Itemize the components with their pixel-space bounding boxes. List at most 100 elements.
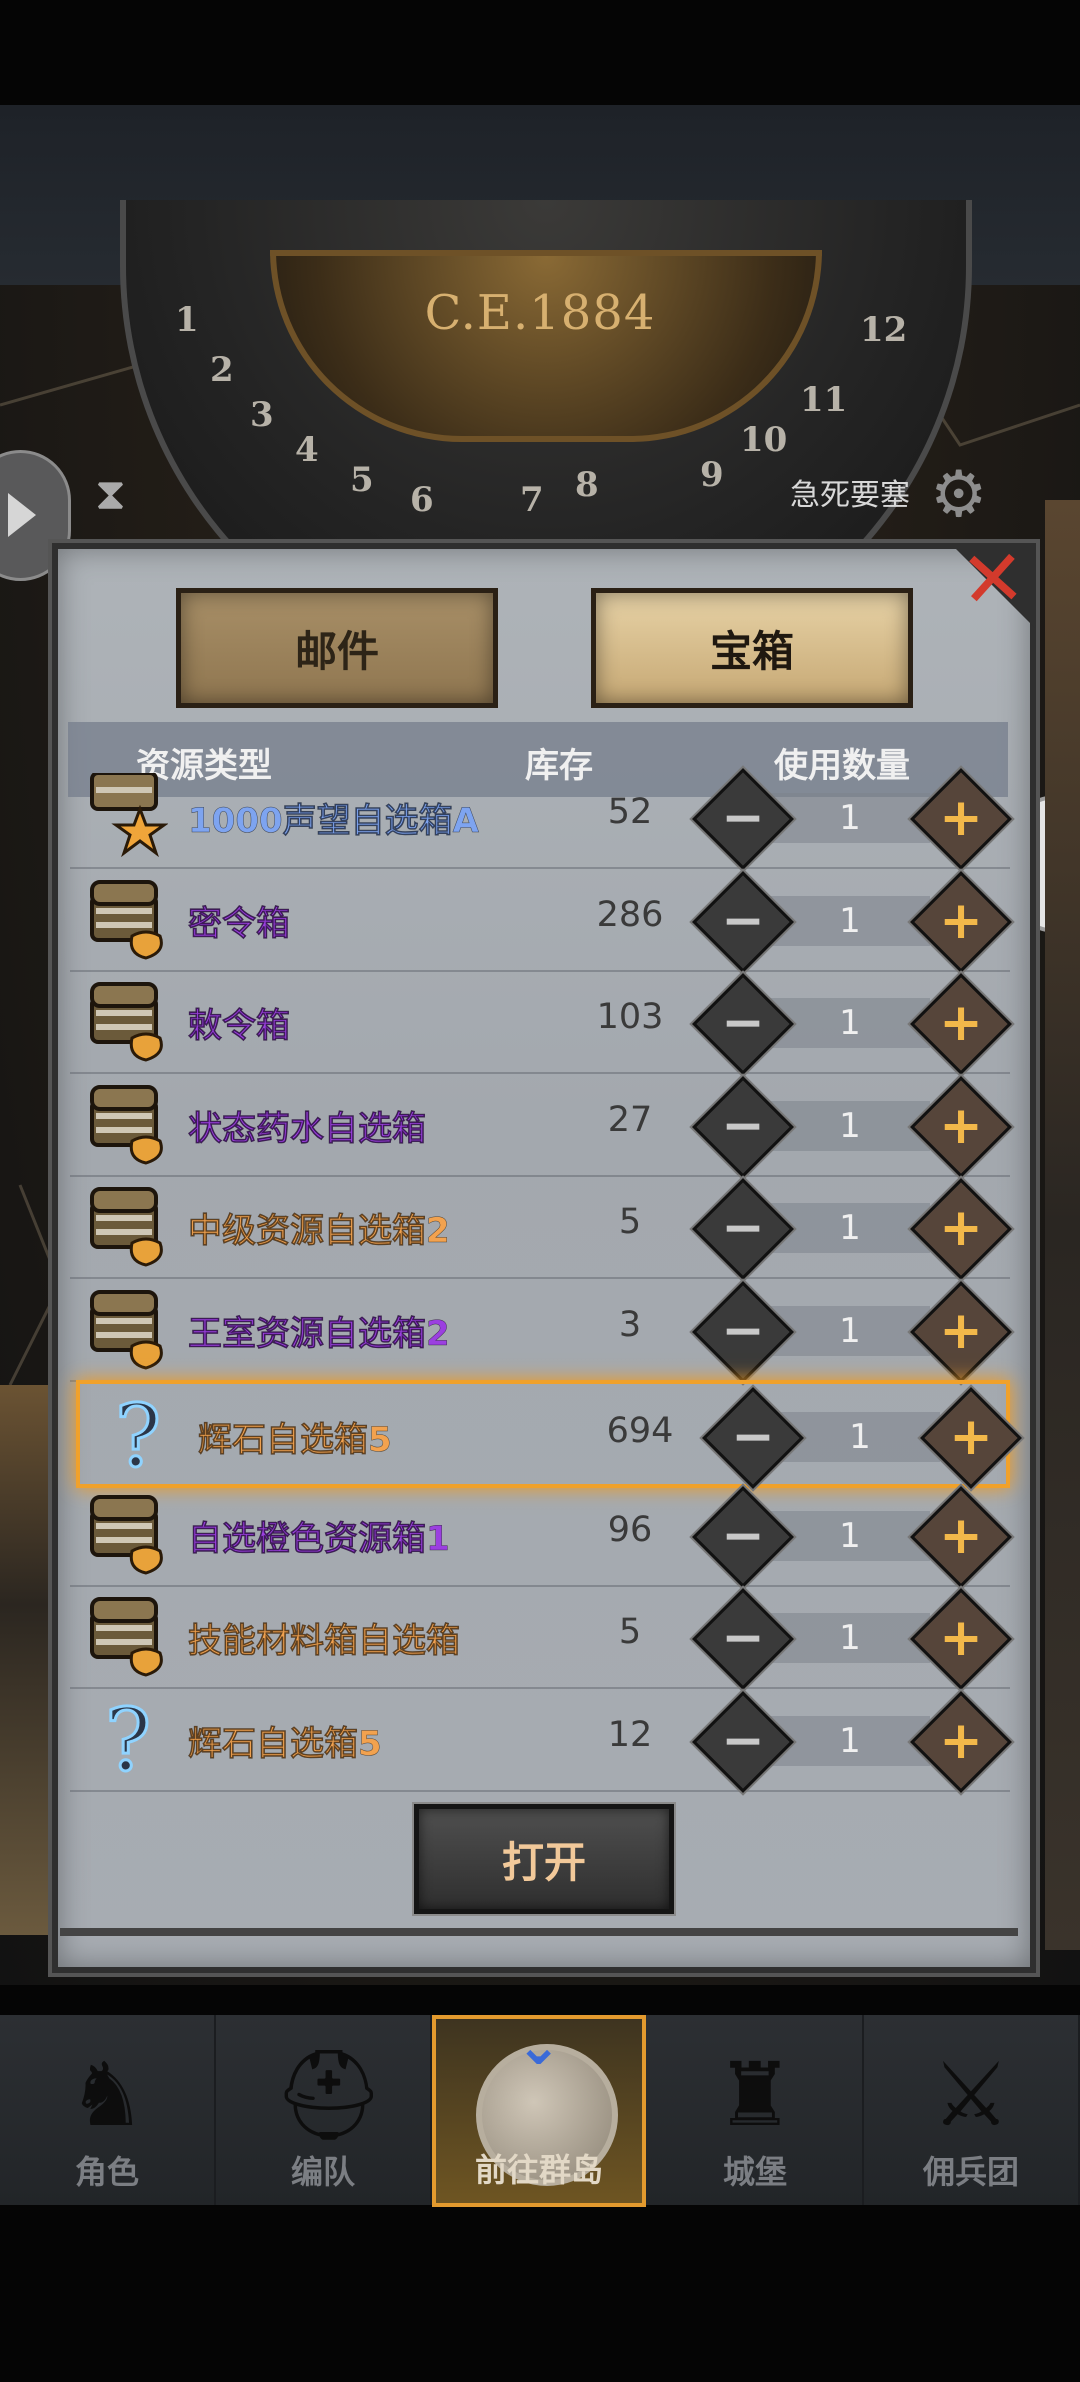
hourglass-icon[interactable]: ⧗ — [95, 470, 135, 520]
plus-icon: + — [939, 1608, 983, 1668]
treasure-chest-icon — [88, 1491, 168, 1577]
list-item[interactable]: 技能材料箱自选箱 5 1− + — [70, 1585, 1012, 1690]
nav-item-5[interactable]: ⚔ 佣兵团 — [864, 2015, 1080, 2205]
minus-icon: − — [731, 1407, 775, 1467]
decrease-button[interactable]: − — [692, 870, 794, 973]
plus-icon: + — [939, 993, 983, 1053]
quantity-value[interactable]: 1 — [770, 1511, 930, 1561]
item-name: 辉石自选箱5 — [188, 1723, 382, 1764]
increase-button[interactable]: + — [910, 1075, 1012, 1178]
nav-label: 前往群岛 — [474, 2151, 603, 2189]
treasure-chest-icon — [88, 1081, 168, 1167]
list-item[interactable]: 敕令箱 103 1− + — [70, 970, 1012, 1075]
decrease-button[interactable]: − — [692, 768, 794, 870]
quantity-value[interactable]: 1 — [770, 793, 930, 843]
nav-item-2[interactable]: ⛑ 编队 — [216, 2015, 432, 2205]
increase-button[interactable]: + — [910, 973, 1012, 1075]
quantity-value[interactable]: 1 — [770, 998, 930, 1048]
treasure-chest-icon — [88, 1593, 168, 1679]
dial-number: 9 — [700, 455, 724, 495]
increase-button[interactable]: + — [910, 768, 1012, 870]
mercenary-icon: ⚔ — [931, 2043, 1011, 2146]
decrease-button[interactable]: − — [692, 1690, 794, 1793]
decrease-button[interactable]: − — [692, 973, 794, 1075]
tab-mail[interactable]: 邮件 — [176, 588, 498, 708]
quantity-value[interactable]: 1 — [780, 1412, 940, 1462]
plus-icon: + — [949, 1407, 993, 1467]
dial-number: 11 — [800, 380, 848, 420]
nav-item-3[interactable]: ⌄ 前往群岛 — [432, 2015, 646, 2207]
panel-bottom-border — [60, 1928, 1018, 1936]
castle-icon: ♜ — [715, 2043, 795, 2146]
minus-icon: − — [721, 1198, 765, 1258]
plus-icon: + — [939, 1300, 983, 1361]
knight-icon: ♞ — [67, 2043, 147, 2146]
plus-icon: + — [939, 1505, 983, 1566]
item-name: 中级资源自选箱2 — [188, 1211, 450, 1252]
treasure-chest-icon — [88, 1183, 168, 1269]
plus-icon: + — [939, 890, 983, 951]
plus-icon: + — [939, 1710, 983, 1771]
decrease-button[interactable]: − — [692, 1485, 794, 1588]
list-item[interactable]: 密令箱 286 1− + — [70, 868, 1012, 973]
dial-number: 1 — [175, 300, 199, 340]
item-name: 密令箱 — [188, 903, 291, 944]
increase-button[interactable]: + — [910, 1280, 1012, 1383]
dial-number: 3 — [250, 395, 274, 435]
increase-button[interactable]: + — [910, 870, 1012, 973]
svg-text:?: ? — [115, 1392, 161, 1478]
list-item[interactable]: 1000声望自选箱A 52 1− + — [70, 765, 1012, 870]
item-name: 敕令箱 — [188, 1006, 291, 1047]
decrease-button[interactable]: − — [692, 1280, 794, 1383]
plus-icon: + — [939, 1198, 983, 1258]
decrease-button[interactable]: − — [692, 1178, 794, 1280]
plus-icon: + — [939, 788, 983, 848]
increase-button[interactable]: + — [910, 1178, 1012, 1280]
increase-button[interactable]: + — [920, 1387, 1022, 1489]
svg-text:?: ? — [105, 1696, 151, 1782]
quantity-value[interactable]: 1 — [770, 1101, 930, 1151]
decrease-button[interactable]: − — [692, 1588, 794, 1690]
increase-button[interactable]: + — [910, 1690, 1012, 1793]
dial-number: 4 — [295, 430, 319, 470]
decrease-button[interactable]: − — [692, 1075, 794, 1178]
item-name: 技能材料箱自选箱 — [188, 1621, 461, 1662]
quantity-value[interactable]: 1 — [770, 1306, 930, 1356]
list-item[interactable]: 王室资源自选箱2 3 1− + — [70, 1278, 1012, 1383]
quantity-value[interactable]: 1 — [770, 1613, 930, 1663]
increase-button[interactable]: + — [910, 1588, 1012, 1690]
list-item[interactable]: 自选橙色资源箱1 96 1− + — [70, 1483, 1012, 1588]
item-name: 1000声望自选箱A — [188, 801, 479, 842]
left-edge-decoration — [0, 1385, 50, 1935]
tab-chest[interactable]: 宝箱 — [591, 588, 913, 708]
dial-number: 8 — [575, 465, 599, 505]
dial-number: 6 — [410, 480, 434, 520]
minus-icon: − — [721, 1710, 765, 1771]
minus-icon: − — [721, 1505, 765, 1566]
list-item[interactable]: 中级资源自选箱2 5 1− + — [70, 1175, 1012, 1280]
question-mark-icon: ? — [88, 1689, 168, 1792]
nav-label: 城堡 — [722, 2153, 787, 2191]
treasure-chest-icon — [88, 978, 168, 1064]
quantity-value[interactable]: 1 — [770, 896, 930, 946]
dial-number: 12 — [860, 310, 908, 350]
list-item[interactable]: 状态药水自选箱 27 1− + — [70, 1073, 1012, 1178]
nav-item-1[interactable]: ♞ 角色 — [0, 2015, 216, 2205]
list-item[interactable]: ? 辉石自选箱5 12 1− + — [70, 1688, 1012, 1793]
list-item[interactable]: ? 辉石自选箱5 694 1− + — [76, 1380, 1022, 1489]
quantity-value[interactable]: 1 — [770, 1203, 930, 1253]
open-button[interactable]: 打开 — [414, 1804, 674, 1914]
bottom-navigation: ♞ 角色 ⛑ 编队 ⌄ 前往群岛 ♜ 城堡 ⚔ 佣兵团 — [0, 2015, 1080, 2207]
minus-icon: − — [721, 993, 765, 1053]
year-display: C.E.1884 — [424, 285, 656, 341]
nav-label: 编队 — [290, 2153, 355, 2191]
close-icon[interactable]: ✕ — [956, 533, 1030, 626]
gear-icon[interactable]: ⚙ — [930, 460, 987, 530]
quantity-value[interactable]: 1 — [770, 1716, 930, 1766]
decrease-button[interactable]: − — [702, 1387, 804, 1489]
minus-icon: − — [721, 1300, 765, 1361]
minus-icon: − — [721, 788, 765, 848]
nav-item-4[interactable]: ♜ 城堡 — [648, 2015, 864, 2205]
increase-button[interactable]: + — [910, 1485, 1012, 1588]
treasure-chest-icon — [88, 876, 168, 962]
